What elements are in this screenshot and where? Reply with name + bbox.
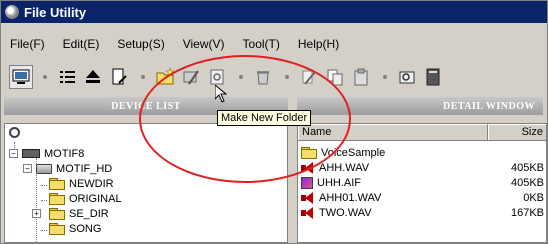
column-headers: Name Size: [298, 124, 546, 141]
collapse-toggle[interactable]: −: [23, 164, 32, 173]
tree-item-label: NEWDIR: [69, 177, 114, 190]
window-title: File Utility: [24, 4, 87, 20]
menu-edit[interactable]: Edit(E): [54, 37, 109, 51]
file-name: TWO.WAV: [319, 206, 372, 219]
folder-icon: [301, 147, 317, 159]
folder-icon: [49, 223, 65, 235]
file-row[interactable]: UHH.AIF 405KB: [298, 175, 546, 190]
mouse-cursor-icon: [215, 85, 227, 103]
file-row[interactable]: TWO.WAV 167KB: [298, 205, 546, 220]
cut-icon[interactable]: [297, 65, 321, 89]
document-edit-icon[interactable]: [107, 65, 131, 89]
eject-icon[interactable]: [81, 65, 105, 89]
device-list-pane[interactable]: − MOTIF8 − MOTIF_HD NEWDIR ORIGINAL + SE…: [4, 123, 288, 243]
toolbar-separator: [43, 75, 47, 79]
tree-item-song[interactable]: SONG: [49, 221, 101, 236]
column-header-name[interactable]: Name: [298, 124, 488, 140]
collapse-toggle[interactable]: −: [9, 149, 18, 158]
folder-icon: [49, 178, 65, 190]
copy-icon[interactable]: [323, 65, 347, 89]
file-row[interactable]: AHH.WAV 405KB: [298, 160, 546, 175]
file-name: UHH.AIF: [317, 176, 361, 189]
file-size: 405KB: [510, 176, 544, 189]
file-name: AHH.WAV: [319, 161, 370, 174]
new-folder-icon[interactable]: [153, 65, 177, 89]
file-name: AHH01.WAV: [319, 191, 382, 204]
root-icon: [9, 127, 20, 138]
file-name: VoiceSample: [321, 146, 386, 159]
file-size: 0KB: [523, 191, 544, 204]
tree-item-label: MOTIF8: [44, 147, 85, 160]
tree-item-label: ORIGINAL: [69, 192, 122, 205]
toolbar: [9, 62, 539, 92]
menu-tool[interactable]: Tool(T): [234, 37, 289, 51]
tree-item-label: SE_DIR: [69, 207, 109, 220]
file-row[interactable]: AHH01.WAV 0KB: [298, 190, 546, 205]
synth-device-icon: [22, 149, 40, 158]
folder-icon: [49, 193, 65, 205]
detail-window-header: DETAIL WINDOW: [297, 97, 543, 115]
new-folder-tooltip: Make New Folder: [217, 110, 312, 126]
column-header-size[interactable]: Size: [488, 124, 546, 140]
tree-item-label: SONG: [69, 222, 102, 235]
trash-icon[interactable]: [251, 65, 275, 89]
file-utility-window: File Utility File(F) Edit(E) Setup(S) Vi…: [0, 0, 548, 244]
app-icon: [5, 5, 19, 19]
aiff-audio-icon: [301, 176, 313, 189]
wave-audio-icon: [301, 206, 315, 219]
wave-audio-icon: [301, 161, 315, 174]
wave-audio-icon: [301, 191, 315, 204]
tree-item-se-dir[interactable]: + SE_DIR: [32, 206, 109, 221]
menu-view[interactable]: View(V): [174, 37, 234, 51]
menu-bar: File(F) Edit(E) Setup(S) View(V) Tool(T)…: [1, 35, 547, 53]
menu-setup[interactable]: Setup(S): [108, 37, 173, 51]
expand-toggle[interactable]: +: [32, 209, 41, 218]
list-view-icon[interactable]: [55, 65, 79, 89]
paste-icon[interactable]: [349, 65, 373, 89]
file-size: 405KB: [510, 161, 544, 174]
toolbar-separator: [141, 75, 145, 79]
tree-item-motif-hd[interactable]: − MOTIF_HD: [23, 161, 112, 176]
tree-item-label: MOTIF_HD: [56, 162, 113, 175]
book-icon[interactable]: [421, 65, 445, 89]
title-bar[interactable]: File Utility: [1, 1, 547, 23]
rename-icon[interactable]: [179, 65, 203, 89]
file-size: 167KB: [510, 206, 544, 219]
tree-item-newdir[interactable]: NEWDIR: [49, 176, 114, 191]
find-icon[interactable]: [395, 65, 419, 89]
toolbar-separator: [383, 75, 387, 79]
toolbar-separator: [239, 75, 243, 79]
menu-file[interactable]: File(F): [1, 37, 54, 51]
folder-icon: [49, 208, 65, 220]
menu-help[interactable]: Help(H): [289, 37, 348, 51]
tree-item-original[interactable]: ORIGINAL: [49, 191, 122, 206]
tree-item-motif8[interactable]: − MOTIF8: [9, 146, 84, 161]
monitor-icon[interactable]: [9, 65, 33, 89]
detail-window-pane[interactable]: Name Size VoiceSample AHH.WAV 405KB UHH.…: [297, 123, 547, 243]
toolbar-separator: [285, 75, 289, 79]
file-row[interactable]: VoiceSample: [298, 145, 546, 160]
hard-drive-icon: [36, 163, 52, 174]
